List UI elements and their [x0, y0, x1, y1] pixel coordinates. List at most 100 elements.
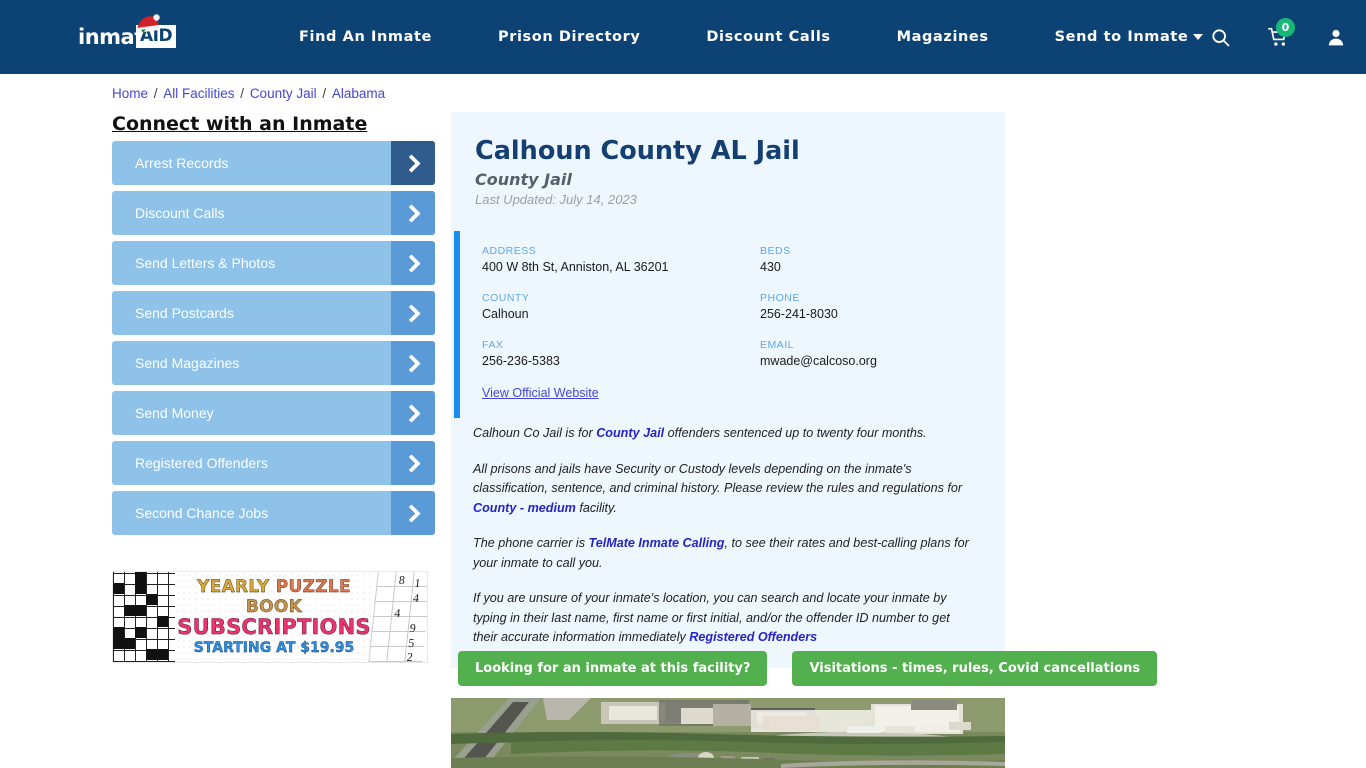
ad-subscriptions-text: SUBSCRIPTIONS — [177, 615, 371, 640]
detail-value: 256-236-5383 — [482, 354, 560, 368]
detail-value: 256-241-8030 — [760, 307, 838, 321]
sudoku-digit: 2 — [406, 650, 414, 663]
looking-for-inmate-button[interactable]: Looking for an inmate at this facility? — [458, 651, 768, 686]
facility-details-grid: ADDRESS 400 W 8th St, Anniston, AL 36201… — [482, 245, 1005, 368]
sidebar-item-discount-calls[interactable]: Discount Calls — [112, 191, 435, 235]
detail-email: EMAIL mwade@calcoso.org — [760, 339, 1005, 368]
breadcrumb-separator: / — [236, 86, 248, 101]
chevron-down-icon — [1193, 34, 1204, 40]
desc-link-county-jail[interactable]: County Jail — [596, 426, 664, 440]
chevron-right-icon — [391, 391, 435, 435]
search-icon[interactable] — [1210, 27, 1231, 48]
detail-label: FAX — [482, 339, 504, 351]
nav-label: Discount Calls — [706, 29, 831, 45]
desc-text: offenders sentenced up to twenty four mo… — [664, 426, 927, 440]
chevron-right-icon — [391, 191, 435, 235]
nav-item-magazines[interactable]: Magazines — [864, 29, 1022, 45]
nav-label: Send to Inmate — [1054, 29, 1189, 45]
sidebar-item-send-postcards[interactable]: Send Postcards — [112, 291, 435, 335]
breadcrumb-separator: / — [318, 86, 330, 101]
chevron-right-icon — [391, 241, 435, 285]
nav-label: Prison Directory — [498, 29, 641, 45]
detail-value: Calhoun — [482, 307, 529, 321]
nav-item-send-to-inmate[interactable]: Send to Inmate — [1022, 29, 1237, 45]
chevron-right-icon — [391, 491, 435, 535]
sudoku-digit: 9 — [409, 621, 417, 635]
desc-link-registered-offenders[interactable]: Registered Offenders — [689, 630, 817, 644]
page-title: Calhoun County AL Jail — [475, 136, 800, 166]
sidebar-nav: Arrest Records Discount Calls Send Lette… — [112, 141, 435, 541]
sidebar-item-registered-offenders[interactable]: Registered Offenders — [112, 441, 435, 485]
cta-button-row: Looking for an inmate at this facility? … — [458, 651, 1158, 686]
nav-item-prison-directory[interactable]: Prison Directory — [465, 29, 673, 45]
facility-type-subtitle: County Jail — [475, 170, 572, 189]
sidebar-item-send-magazines[interactable]: Send Magazines — [112, 341, 435, 385]
desc-link-county-medium[interactable]: County - medium — [473, 501, 576, 515]
ad-copy: YEARLY PUZZLE BOOK SUBSCRIPTIONS STARTIN… — [175, 572, 373, 662]
desc-link-telmate[interactable]: TelMate Inmate Calling — [589, 536, 725, 550]
sidebar-item-label: Send Postcards — [135, 305, 234, 321]
user-account-icon[interactable] — [1326, 27, 1346, 48]
sidebar-item-second-chance-jobs[interactable]: Second Chance Jobs — [112, 491, 435, 535]
breadcrumb-item-all-facilities[interactable]: All Facilities — [163, 86, 234, 101]
sidebar-heading: Connect with an Inmate — [112, 113, 368, 135]
desc-text: All prisons and jails have Security or C… — [473, 461, 963, 496]
sidebar-item-send-letters-photos[interactable]: Send Letters & Photos — [112, 241, 435, 285]
sudoku-grid-graphic: 8 1 4 4 9 5 2 — [368, 572, 427, 663]
view-official-website-link[interactable]: View Official Website — [482, 386, 599, 400]
desc-text: Calhoun Co Jail is for — [473, 426, 597, 440]
ad-price-text: STARTING AT $19.95 — [193, 640, 355, 656]
header-icon-group: 0 — [1210, 17, 1346, 48]
desc-text: facility. — [575, 500, 617, 515]
sudoku-digit: 5 — [407, 636, 416, 650]
detail-label: COUNTY — [482, 292, 530, 304]
detail-label: EMAIL — [760, 339, 795, 351]
detail-address: ADDRESS 400 W 8th St, Anniston, AL 36201 — [482, 245, 760, 274]
nav-item-find-an-inmate[interactable]: Find An Inmate — [266, 29, 465, 45]
facility-description: Calhoun Co Jail is for County Jail offen… — [451, 418, 1005, 668]
chevron-right-icon — [391, 341, 435, 385]
description-paragraph-4: If you are unsure of your inmate's locat… — [473, 589, 975, 648]
sidebar-item-label: Send Letters & Photos — [135, 255, 276, 271]
crossword-grid-graphic — [113, 572, 175, 662]
desc-text: The phone carrier is — [473, 536, 589, 551]
breadcrumb-item-alabama[interactable]: Alabama — [332, 86, 385, 101]
sidebar-item-label: Discount Calls — [135, 205, 225, 221]
chevron-right-icon — [391, 141, 435, 185]
description-paragraph-2: All prisons and jails have Security or C… — [473, 460, 975, 519]
detail-phone: PHONE 256-241-8030 — [760, 292, 1005, 321]
breadcrumb-item-home[interactable]: Home — [112, 86, 148, 101]
detail-fax: FAX 256-236-5383 — [482, 339, 760, 368]
ad-headline-part2: PUZZLE — [275, 577, 351, 597]
main-navigation: Find An Inmate Prison Directory Discount… — [266, 29, 1236, 45]
site-logo[interactable]: inmate AID — [78, 14, 190, 57]
detail-value: mwade@calcoso.org — [760, 354, 877, 368]
detail-value: 430 — [760, 260, 781, 274]
puzzle-book-ad-banner[interactable]: YEARLY PUZZLE BOOK SUBSCRIPTIONS STARTIN… — [112, 571, 428, 663]
chevron-right-icon — [391, 441, 435, 485]
sudoku-digit: 4 — [393, 606, 402, 620]
detail-label: BEDS — [760, 245, 791, 257]
sidebar-item-send-money[interactable]: Send Money — [112, 391, 435, 435]
breadcrumb: Home / All Facilities / County Jail / Al… — [112, 86, 385, 101]
nav-item-discount-calls[interactable]: Discount Calls — [673, 29, 863, 45]
ad-categories-text: CROSSWORDS · WORD SEARCH · SUDOKU · BRAI… — [175, 661, 373, 662]
sidebar-item-arrest-records[interactable]: Arrest Records — [112, 141, 435, 185]
ad-headline-part1: YEARLY — [197, 577, 276, 597]
visitations-info-button[interactable]: Visitations - times, rules, Covid cancel… — [792, 651, 1158, 686]
shopping-cart-icon[interactable]: 0 — [1267, 17, 1295, 48]
description-paragraph-1: Calhoun Co Jail is for County Jail offen… — [473, 424, 975, 444]
breadcrumb-item-county-jail[interactable]: County Jail — [250, 86, 317, 101]
detail-label: ADDRESS — [482, 245, 537, 257]
sidebar-item-label: Registered Offenders — [135, 455, 268, 471]
detail-county: COUNTY Calhoun — [482, 292, 760, 321]
nav-label: Find An Inmate — [299, 29, 432, 45]
cart-count-badge: 0 — [1276, 17, 1295, 37]
ad-headline: YEARLY PUZZLE BOOK — [175, 577, 373, 617]
detail-label: PHONE — [760, 292, 800, 304]
detail-value: 400 W 8th St, Anniston, AL 36201 — [482, 260, 669, 274]
last-updated-text: Last Updated: July 14, 2023 — [475, 192, 637, 207]
sidebar-item-label: Arrest Records — [135, 155, 229, 171]
satellite-aerial-view-of-facility[interactable] — [451, 698, 1005, 768]
sidebar-item-label: Send Magazines — [135, 355, 240, 371]
